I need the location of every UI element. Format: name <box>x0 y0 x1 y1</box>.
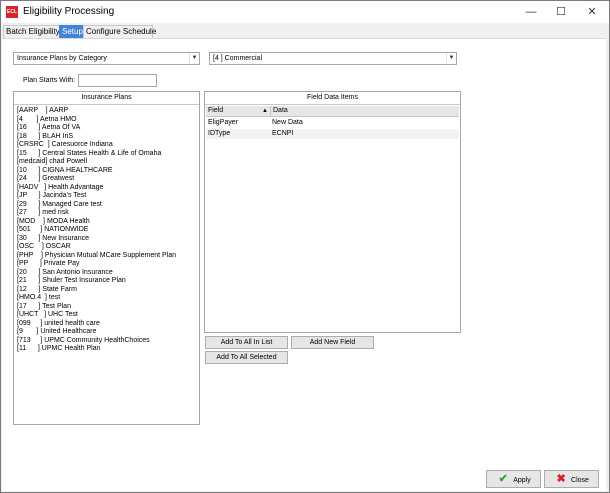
maximize-button[interactable]: ☐ <box>546 3 576 21</box>
chevron-down-icon: ▼ <box>189 53 199 64</box>
add-new-field-button[interactable]: Add New Field <box>291 336 374 349</box>
close-icon: ✖ <box>556 473 566 485</box>
apply-button[interactable]: ✔ Apply <box>486 470 541 488</box>
data-cell: ECNPI <box>272 130 294 137</box>
close-window-button[interactable]: ✕ <box>577 3 607 21</box>
app-logo-icon: ECL <box>6 6 18 18</box>
insurance-plans-items: [AARP ] AARP [4 ] Aetna HMO [16 ] Aetna Of… <box>14 105 199 356</box>
checkmark-icon: ✔ <box>498 473 508 485</box>
list-item[interactable]: [17 ] Test Plan <box>17 303 196 312</box>
list-item[interactable]: [10 ] CIGNA HEALTHCARE <box>17 167 196 176</box>
category-select-value: Insurance Plans by Category <box>17 55 107 62</box>
list-item[interactable]: [HADV ] Health Advantage <box>17 184 196 193</box>
field-column-header[interactable]: Field <box>206 106 223 116</box>
list-item[interactable]: [18 ] BLAH IriS <box>17 133 196 142</box>
window-title: Eligibility Processing <box>23 6 115 17</box>
sort-ascending-icon: ▲ <box>262 108 268 114</box>
plan-starts-input[interactable] <box>78 74 157 87</box>
plan-type-select-value: [4 ] Commercial <box>213 55 263 62</box>
list-item[interactable]: [11 ] UPMC Health Plan <box>17 345 196 354</box>
list-item[interactable]: [30 ] New Insurance <box>17 235 196 244</box>
insurance-plans-list: Insurance Plans [AARP ] AARP [4 ] Aetna H… <box>13 91 200 425</box>
chevron-down-icon: ▼ <box>446 53 456 64</box>
list-item[interactable]: [24 ] Greatwest <box>17 175 196 184</box>
list-item[interactable]: [PHP ] Physician Mutual MCare Supplement… <box>17 252 196 261</box>
data-cell: New Data <box>272 119 303 126</box>
field-data-header: Field ▲ Data <box>206 106 459 117</box>
table-row[interactable]: IDType ECNPI <box>206 129 459 139</box>
field-cell: EligPayer <box>208 119 238 126</box>
list-item[interactable]: [20 ] San Antonio Insurance <box>17 269 196 278</box>
insurance-plans-title: Insurance Plans <box>14 92 199 105</box>
eligibility-window: ECL Eligibility Processing — ☐ ✕ Batch E… <box>0 0 610 493</box>
close-button-label: Close <box>571 477 589 484</box>
list-item[interactable]: [CRSRC ] Caresuorce Indiana <box>17 141 196 150</box>
list-item[interactable]: [JP ] Jacinda's Test <box>17 192 196 201</box>
list-item[interactable]: [099 ] united health care <box>17 320 196 329</box>
close-button[interactable]: ✖ Close <box>544 470 599 488</box>
list-item[interactable]: [OSC ] OSCAR <box>17 243 196 252</box>
tab-batch-eligibility[interactable]: Batch Eligibility <box>3 25 63 38</box>
minimize-button[interactable]: — <box>516 3 546 21</box>
list-item[interactable]: [21 ] Shuler Test Insurance Plan <box>17 277 196 286</box>
list-item[interactable]: [medcaid] chad Powell <box>17 158 196 167</box>
field-data-items-title: Field Data Items <box>205 92 460 105</box>
list-item[interactable]: [15 ] Central States Health & Life of Om… <box>17 150 196 159</box>
list-item[interactable]: [12 ] State Farm <box>17 286 196 295</box>
list-item[interactable]: [29 ] Managed Care test <box>17 201 196 210</box>
add-to-all-in-list-button[interactable]: Add To All In List <box>205 336 288 349</box>
list-item[interactable]: [16 ] Aetna Of VA <box>17 124 196 133</box>
list-item[interactable]: [501 ] NATIONWIDE <box>17 226 196 235</box>
list-item[interactable]: [713 ] UPMC Community HealthChoices <box>17 337 196 346</box>
apply-button-label: Apply <box>513 477 531 484</box>
tab-configure-schedule[interactable]: Configure Schedule <box>83 25 156 38</box>
setup-panel: Insurance Plans by Category ▼ [4 ] Comme… <box>2 38 606 491</box>
category-select[interactable]: Insurance Plans by Category ▼ <box>13 52 200 65</box>
table-row[interactable]: EligPayer New Data <box>206 118 459 128</box>
add-to-all-selected-button[interactable]: Add To All Selected <box>205 351 288 364</box>
list-item[interactable]: [27 ] med risk <box>17 209 196 218</box>
plan-starts-label: Plan Starts With: <box>23 77 76 84</box>
list-item[interactable]: [UHCT ] UHC Test <box>17 311 196 320</box>
field-cell: IDType <box>208 130 231 137</box>
field-data-items-box: Field Data Items Field ▲ Data EligPayer … <box>204 91 461 333</box>
plan-type-select[interactable]: [4 ] Commercial ▼ <box>209 52 457 65</box>
data-column-header[interactable]: Data <box>270 106 288 116</box>
list-item[interactable]: [MOD ] MODA Health <box>17 218 196 227</box>
list-item[interactable]: [4 ] Aetna HMO <box>17 116 196 125</box>
list-item[interactable]: [9 ] United Healthcare <box>17 328 196 337</box>
list-item[interactable]: [AARP ] AARP <box>17 107 196 116</box>
title-bar: ECL Eligibility Processing — ☐ ✕ <box>1 1 609 23</box>
list-item[interactable]: [HMO.4 ] test <box>17 294 196 303</box>
list-item[interactable]: [PP ] Private Pay <box>17 260 196 269</box>
